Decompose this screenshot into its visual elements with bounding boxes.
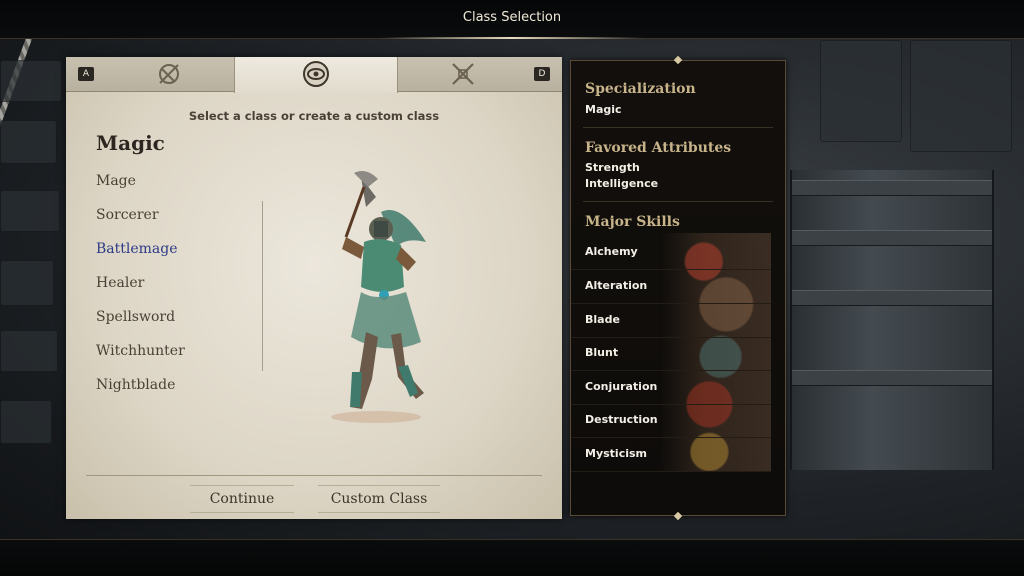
tab-classes[interactable] xyxy=(234,57,398,93)
crossed-swords-icon xyxy=(452,63,474,85)
background-tower xyxy=(790,170,994,470)
class-item-healer[interactable]: Healer xyxy=(96,271,258,305)
footer-divider xyxy=(86,475,542,476)
class-item-battlemage[interactable]: Battlemage xyxy=(66,233,261,271)
class-parchment-panel: A D Select a class or create a custom cl… xyxy=(66,57,562,519)
class-item-witchhunter[interactable]: Witchhunter xyxy=(96,339,258,373)
class-details-panel: Specialization Magic Favored Attributes … xyxy=(570,55,786,521)
tab-bar: A D xyxy=(66,57,562,93)
custom-class-button[interactable]: Custom Class xyxy=(318,485,440,513)
list-divider xyxy=(262,201,263,371)
skill-row-mysticism: Mysticism xyxy=(571,437,771,472)
skill-row-blunt: Blunt xyxy=(571,336,771,371)
class-instruction: Select a class or create a custom class xyxy=(188,109,440,123)
favored-attributes-heading: Favored Attributes xyxy=(585,140,732,156)
class-item-mage[interactable]: Mage xyxy=(96,169,258,203)
major-skills-heading: Major Skills xyxy=(585,214,680,230)
continue-button[interactable]: Continue xyxy=(190,485,294,513)
tab-left-key[interactable]: A xyxy=(78,67,94,81)
attribute-value: Strength xyxy=(585,161,640,174)
class-group-title: Magic xyxy=(96,131,165,155)
skill-row-alteration: Alteration xyxy=(571,269,771,304)
tab-skills[interactable] xyxy=(106,57,232,91)
tab-right-key[interactable]: D xyxy=(534,67,550,81)
class-list: Mage Sorcerer Battlemage Healer Spellswo… xyxy=(66,169,261,407)
class-item-nightblade[interactable]: Nightblade xyxy=(96,373,258,407)
bottom-bar xyxy=(0,539,1024,576)
skill-row-destruction: Destruction xyxy=(571,403,771,438)
specialization-heading: Specialization xyxy=(585,81,696,97)
top-bar: Class Selection xyxy=(0,0,1024,39)
skill-row-conjuration: Conjuration xyxy=(571,370,771,405)
class-item-sorcerer[interactable]: Sorcerer xyxy=(96,203,258,237)
compass-rune-icon xyxy=(159,64,179,84)
eye-emblem-icon xyxy=(303,61,329,87)
battlemage-character-illustration xyxy=(331,171,426,423)
attribute-value: Intelligence xyxy=(585,177,659,190)
skill-row-blade: Blade xyxy=(571,303,771,338)
skill-row-alchemy: Alchemy xyxy=(571,235,771,270)
tab-attributes[interactable] xyxy=(398,57,528,91)
screen-title: Class Selection xyxy=(462,10,562,25)
specialization-value: Magic xyxy=(585,103,622,116)
class-item-spellsword[interactable]: Spellsword xyxy=(96,305,258,339)
